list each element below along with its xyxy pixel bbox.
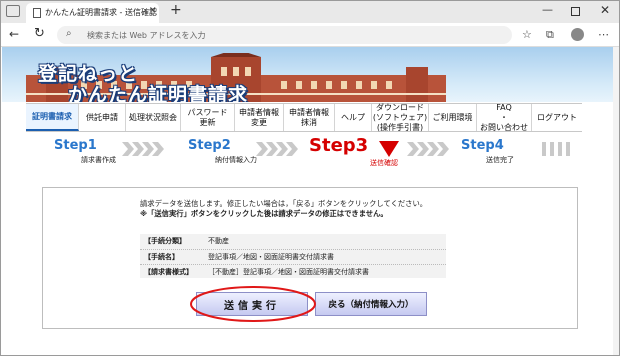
summary-row: 【請求書様式】 ［不動産］登記事項／地図・図面証明書交付請求書 xyxy=(140,264,446,278)
step2-label: 納付情報入力 xyxy=(215,156,257,164)
menu-item-applicant-change[interactable]: 申請者情報 変更 xyxy=(235,104,284,131)
browser-toolbar: ← ↻ ⌕ 検索または Web アドレスを入力 ☆ ⧉ ⋯ xyxy=(1,23,619,47)
confirmation-panel: 請求データを送信します。修正したい場合は，「戻る」ボタンをクリックしてください。… xyxy=(42,187,578,329)
site-logo-line2: かんたん証明書請求 xyxy=(68,84,249,102)
main-menu: 証明書請求 供託申請 処理状況照会 パスワード 更新 申請者情報 変更 申請者情… xyxy=(26,103,582,132)
browser-tab[interactable]: かんたん証明書請求 - 送信確認 ✕ xyxy=(26,3,159,23)
tab-actions-icon[interactable] xyxy=(6,5,20,17)
profile-avatar[interactable] xyxy=(571,28,584,41)
page-scrollbar[interactable] xyxy=(613,47,619,355)
tab-title: かんたん証明書請求 - 送信確認 xyxy=(45,8,157,17)
chevrons-icon xyxy=(122,142,164,156)
step2-title: Step2 xyxy=(188,138,231,153)
maximize-icon[interactable] xyxy=(571,7,580,16)
tab-close-icon[interactable]: ✕ xyxy=(149,6,157,16)
step1-title: Step1 xyxy=(54,138,97,153)
summary-value: ［不動産］登記事項／地図・図面証明書交付請求書 xyxy=(208,268,369,276)
summary-row: 【手続名】 登記事項／地図・図面証明書交付請求書 xyxy=(140,249,446,263)
step3-title: Step3 xyxy=(309,135,369,156)
collections-icon[interactable]: ⧉ xyxy=(546,28,554,42)
step-end-bars-icon xyxy=(542,142,570,156)
summary-row: 【手続分類】 不動産 xyxy=(140,234,446,248)
menu-item-password-update[interactable]: パスワード 更新 xyxy=(181,104,235,131)
request-summary: 【手続分類】 不動産 【手続名】 登記事項／地図・図面証明書交付請求書 【請求書… xyxy=(140,234,446,278)
warning-text: ※「送信実行」ボタンをクリックした後は請求データの修正はできません。 xyxy=(140,209,388,218)
site-banner: 登記ねっと かんたん証明書請求 xyxy=(2,47,614,102)
minimize-icon[interactable]: — xyxy=(542,3,553,16)
menu-item-applicant-delete[interactable]: 申請者情報 抹消 xyxy=(284,104,335,131)
more-menu-icon[interactable]: ⋯ xyxy=(598,28,609,41)
step4-label: 送信完了 xyxy=(486,156,514,164)
menu-item-download[interactable]: ダウンロード (ソフトウェア) (操作手引書) xyxy=(372,103,429,132)
step4-title: Step4 xyxy=(461,138,504,153)
menu-item-deposit-application[interactable]: 供託申請 xyxy=(79,104,126,131)
search-icon: ⌕ xyxy=(66,28,72,39)
summary-label: 【請求書様式】 xyxy=(144,268,193,276)
step1-label: 請求書作成 xyxy=(81,156,116,164)
browser-window: かんたん証明書請求 - 送信確認 ✕ + — ✕ ← ↻ ⌕ 検索または Web… xyxy=(0,0,620,356)
highlight-ellipse xyxy=(190,286,316,322)
window-close-icon[interactable]: ✕ xyxy=(600,3,610,17)
instruction-text: 請求データを送信します。修正したい場合は，「戻る」ボタンをクリックしてください。 xyxy=(140,199,428,208)
page-icon xyxy=(33,8,41,18)
favorite-star-icon[interactable]: ☆ xyxy=(522,28,532,41)
address-input[interactable]: 検索または Web アドレスを入力 xyxy=(87,30,206,41)
web-page: 登記ねっと かんたん証明書請求 証明書請求 供託申請 処理状況照会 パスワード … xyxy=(2,47,614,355)
menu-item-certificate-request[interactable]: 証明書請求 xyxy=(26,104,79,131)
step3-label: 送信確認 xyxy=(370,159,398,167)
menu-item-help[interactable]: ヘルプ xyxy=(335,104,372,131)
back-button[interactable]: 戻る（納付情報入力） xyxy=(315,292,427,316)
progress-steps: Step1 請求書作成 Step2 納付情報入力 Step3 送信確認 Step… xyxy=(2,135,614,169)
menu-item-status-inquiry[interactable]: 処理状況照会 xyxy=(126,104,181,131)
back-arrow-icon[interactable]: ← xyxy=(9,27,19,41)
current-step-arrow-icon xyxy=(379,141,399,157)
summary-label: 【手続分類】 xyxy=(144,237,186,245)
menu-item-logout[interactable]: ログアウト xyxy=(532,104,582,131)
summary-value: 登記事項／地図・図面証明書交付請求書 xyxy=(208,253,334,261)
summary-label: 【手続名】 xyxy=(144,253,179,261)
new-tab-icon[interactable]: + xyxy=(170,2,182,18)
menu-item-environment[interactable]: ご利用環境 xyxy=(429,104,477,131)
chevrons-icon xyxy=(256,142,298,156)
menu-item-faq[interactable]: FAQ ・ お問い合わせ xyxy=(477,103,532,132)
address-bar[interactable]: ⌕ 検索または Web アドレスを入力 xyxy=(57,26,512,44)
reload-icon[interactable]: ↻ xyxy=(34,26,45,41)
summary-value: 不動産 xyxy=(208,237,229,245)
tab-strip: かんたん証明書請求 - 送信確認 ✕ + — ✕ xyxy=(1,1,619,23)
chevrons-icon xyxy=(407,142,449,156)
